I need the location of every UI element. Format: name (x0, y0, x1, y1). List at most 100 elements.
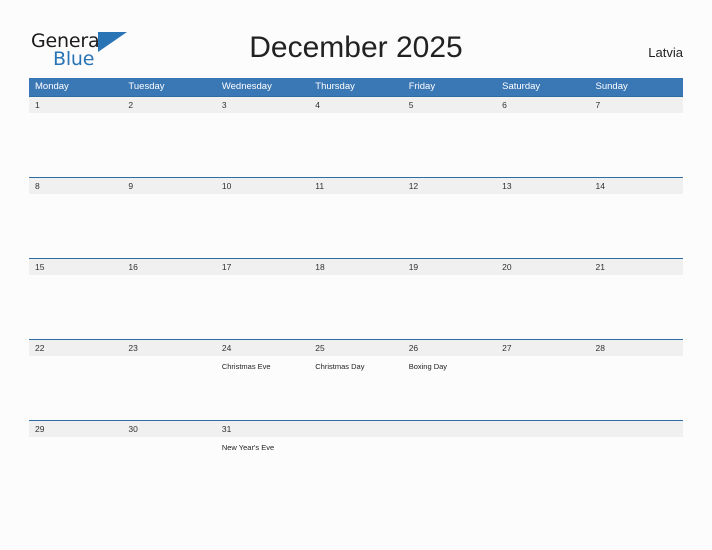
day-cell[interactable] (216, 113, 309, 177)
weekday-header-monday: Monday (35, 81, 69, 92)
day-cell[interactable] (29, 437, 122, 501)
day-number[interactable]: 22 (29, 340, 122, 356)
day-number[interactable]: 20 (496, 259, 589, 275)
day-number[interactable]: 5 (403, 97, 496, 113)
day-cell[interactable] (309, 275, 402, 339)
day-cell[interactable] (590, 275, 683, 339)
weekday-header-sunday: Sunday (595, 81, 628, 92)
weekday-header-thursday: Thursday (315, 81, 355, 92)
day-cell[interactable] (590, 113, 683, 177)
day-number[interactable]: 27 (496, 340, 589, 356)
day-number[interactable]: 15 (29, 259, 122, 275)
day-cell[interactable] (496, 113, 589, 177)
day-number[interactable]: 6 (496, 97, 589, 113)
weekday-header-wednesday: Wednesday (221, 81, 272, 92)
week-date-band: 15 16 17 18 19 20 21 (29, 259, 683, 275)
day-number[interactable]: 12 (403, 178, 496, 194)
day-number[interactable]: 17 (216, 259, 309, 275)
day-number[interactable]: 2 (122, 97, 215, 113)
day-cell[interactable] (122, 356, 215, 420)
event-label: Boxing Day (408, 362, 448, 371)
day-cell[interactable] (309, 113, 402, 177)
day-number[interactable]: 10 (216, 178, 309, 194)
event-label: Christmas Day (315, 362, 365, 371)
day-number[interactable]: 19 (403, 259, 496, 275)
day-cell[interactable] (29, 356, 122, 420)
week-event-band (29, 113, 683, 177)
day-cell[interactable] (29, 113, 122, 177)
weekday-header-friday: Friday (408, 81, 436, 92)
week-event-band: Christmas Eve Christmas Day Boxing Day (29, 356, 683, 420)
day-number-empty (403, 421, 496, 437)
day-number-empty (496, 421, 589, 437)
event-label: New Year's Eve (221, 443, 275, 452)
day-number[interactable]: 30 (122, 421, 215, 437)
day-cell[interactable] (590, 194, 683, 258)
day-number[interactable]: 25 (309, 340, 402, 356)
day-cell[interactable] (403, 113, 496, 177)
day-cell[interactable] (590, 356, 683, 420)
day-cell[interactable] (216, 275, 309, 339)
day-number[interactable]: 29 (29, 421, 122, 437)
day-cell[interactable]: New Year's Eve (216, 437, 309, 501)
day-cell[interactable] (122, 437, 215, 501)
calendar-week-row: 1 2 3 4 5 6 7 (29, 96, 683, 177)
event-label: Christmas Eve (221, 362, 271, 371)
day-number[interactable]: 4 (309, 97, 402, 113)
calendar-page: General Blue December 2025 Latvia Monday… (0, 0, 712, 550)
week-date-band: 29 30 31 (29, 421, 683, 437)
week-event-band (29, 275, 683, 339)
day-number[interactable]: 14 (590, 178, 683, 194)
day-number[interactable]: 31 (216, 421, 309, 437)
day-cell[interactable] (122, 113, 215, 177)
week-event-band: New Year's Eve (29, 437, 683, 501)
day-cell[interactable] (496, 194, 589, 258)
week-date-band: 1 2 3 4 5 6 7 (29, 97, 683, 113)
weekday-header-row: Monday Tuesday Wednesday Thursday Friday… (29, 78, 683, 96)
day-number[interactable]: 16 (122, 259, 215, 275)
week-date-band: 8 9 10 11 12 13 14 (29, 178, 683, 194)
day-number[interactable]: 23 (122, 340, 215, 356)
day-cell-empty (590, 437, 683, 501)
day-number[interactable]: 21 (590, 259, 683, 275)
day-cell[interactable]: Boxing Day (403, 356, 496, 420)
page-header: General Blue December 2025 Latvia (0, 0, 712, 76)
day-number[interactable]: 11 (309, 178, 402, 194)
day-cell-empty (496, 437, 589, 501)
day-cell[interactable] (403, 194, 496, 258)
weekday-header-saturday: Saturday (502, 81, 541, 92)
day-cell[interactable] (122, 275, 215, 339)
day-cell[interactable] (29, 275, 122, 339)
day-number[interactable]: 13 (496, 178, 589, 194)
day-number[interactable]: 8 (29, 178, 122, 194)
calendar-grid: Monday Tuesday Wednesday Thursday Friday… (29, 78, 683, 501)
day-cell[interactable]: Christmas Day (309, 356, 402, 420)
day-cell[interactable] (309, 194, 402, 258)
weekday-header-tuesday: Tuesday (128, 81, 165, 92)
week-date-band: 22 23 24 25 26 27 28 (29, 340, 683, 356)
calendar-week-row: 15 16 17 18 19 20 21 (29, 258, 683, 339)
calendar-week-row: 29 30 31 New Year's Eve (29, 420, 683, 501)
calendar-week-row: 22 23 24 25 26 27 28 Christmas Eve Chris… (29, 339, 683, 420)
day-cell[interactable] (122, 194, 215, 258)
day-number[interactable]: 1 (29, 97, 122, 113)
day-number[interactable]: 18 (309, 259, 402, 275)
day-number[interactable]: 3 (216, 97, 309, 113)
week-event-band (29, 194, 683, 258)
calendar-week-row: 8 9 10 11 12 13 14 (29, 177, 683, 258)
day-cell-empty (403, 437, 496, 501)
day-cell[interactable]: Christmas Eve (216, 356, 309, 420)
country-label: Latvia (648, 45, 683, 60)
day-number[interactable]: 7 (590, 97, 683, 113)
day-number[interactable]: 26 (403, 340, 496, 356)
day-number[interactable]: 28 (590, 340, 683, 356)
day-cell[interactable] (496, 356, 589, 420)
day-cell[interactable] (403, 275, 496, 339)
day-cell[interactable] (216, 194, 309, 258)
page-title: December 2025 (249, 31, 463, 64)
day-number[interactable]: 9 (122, 178, 215, 194)
day-cell[interactable] (29, 194, 122, 258)
day-number-empty (590, 421, 683, 437)
day-number[interactable]: 24 (216, 340, 309, 356)
day-cell[interactable] (496, 275, 589, 339)
